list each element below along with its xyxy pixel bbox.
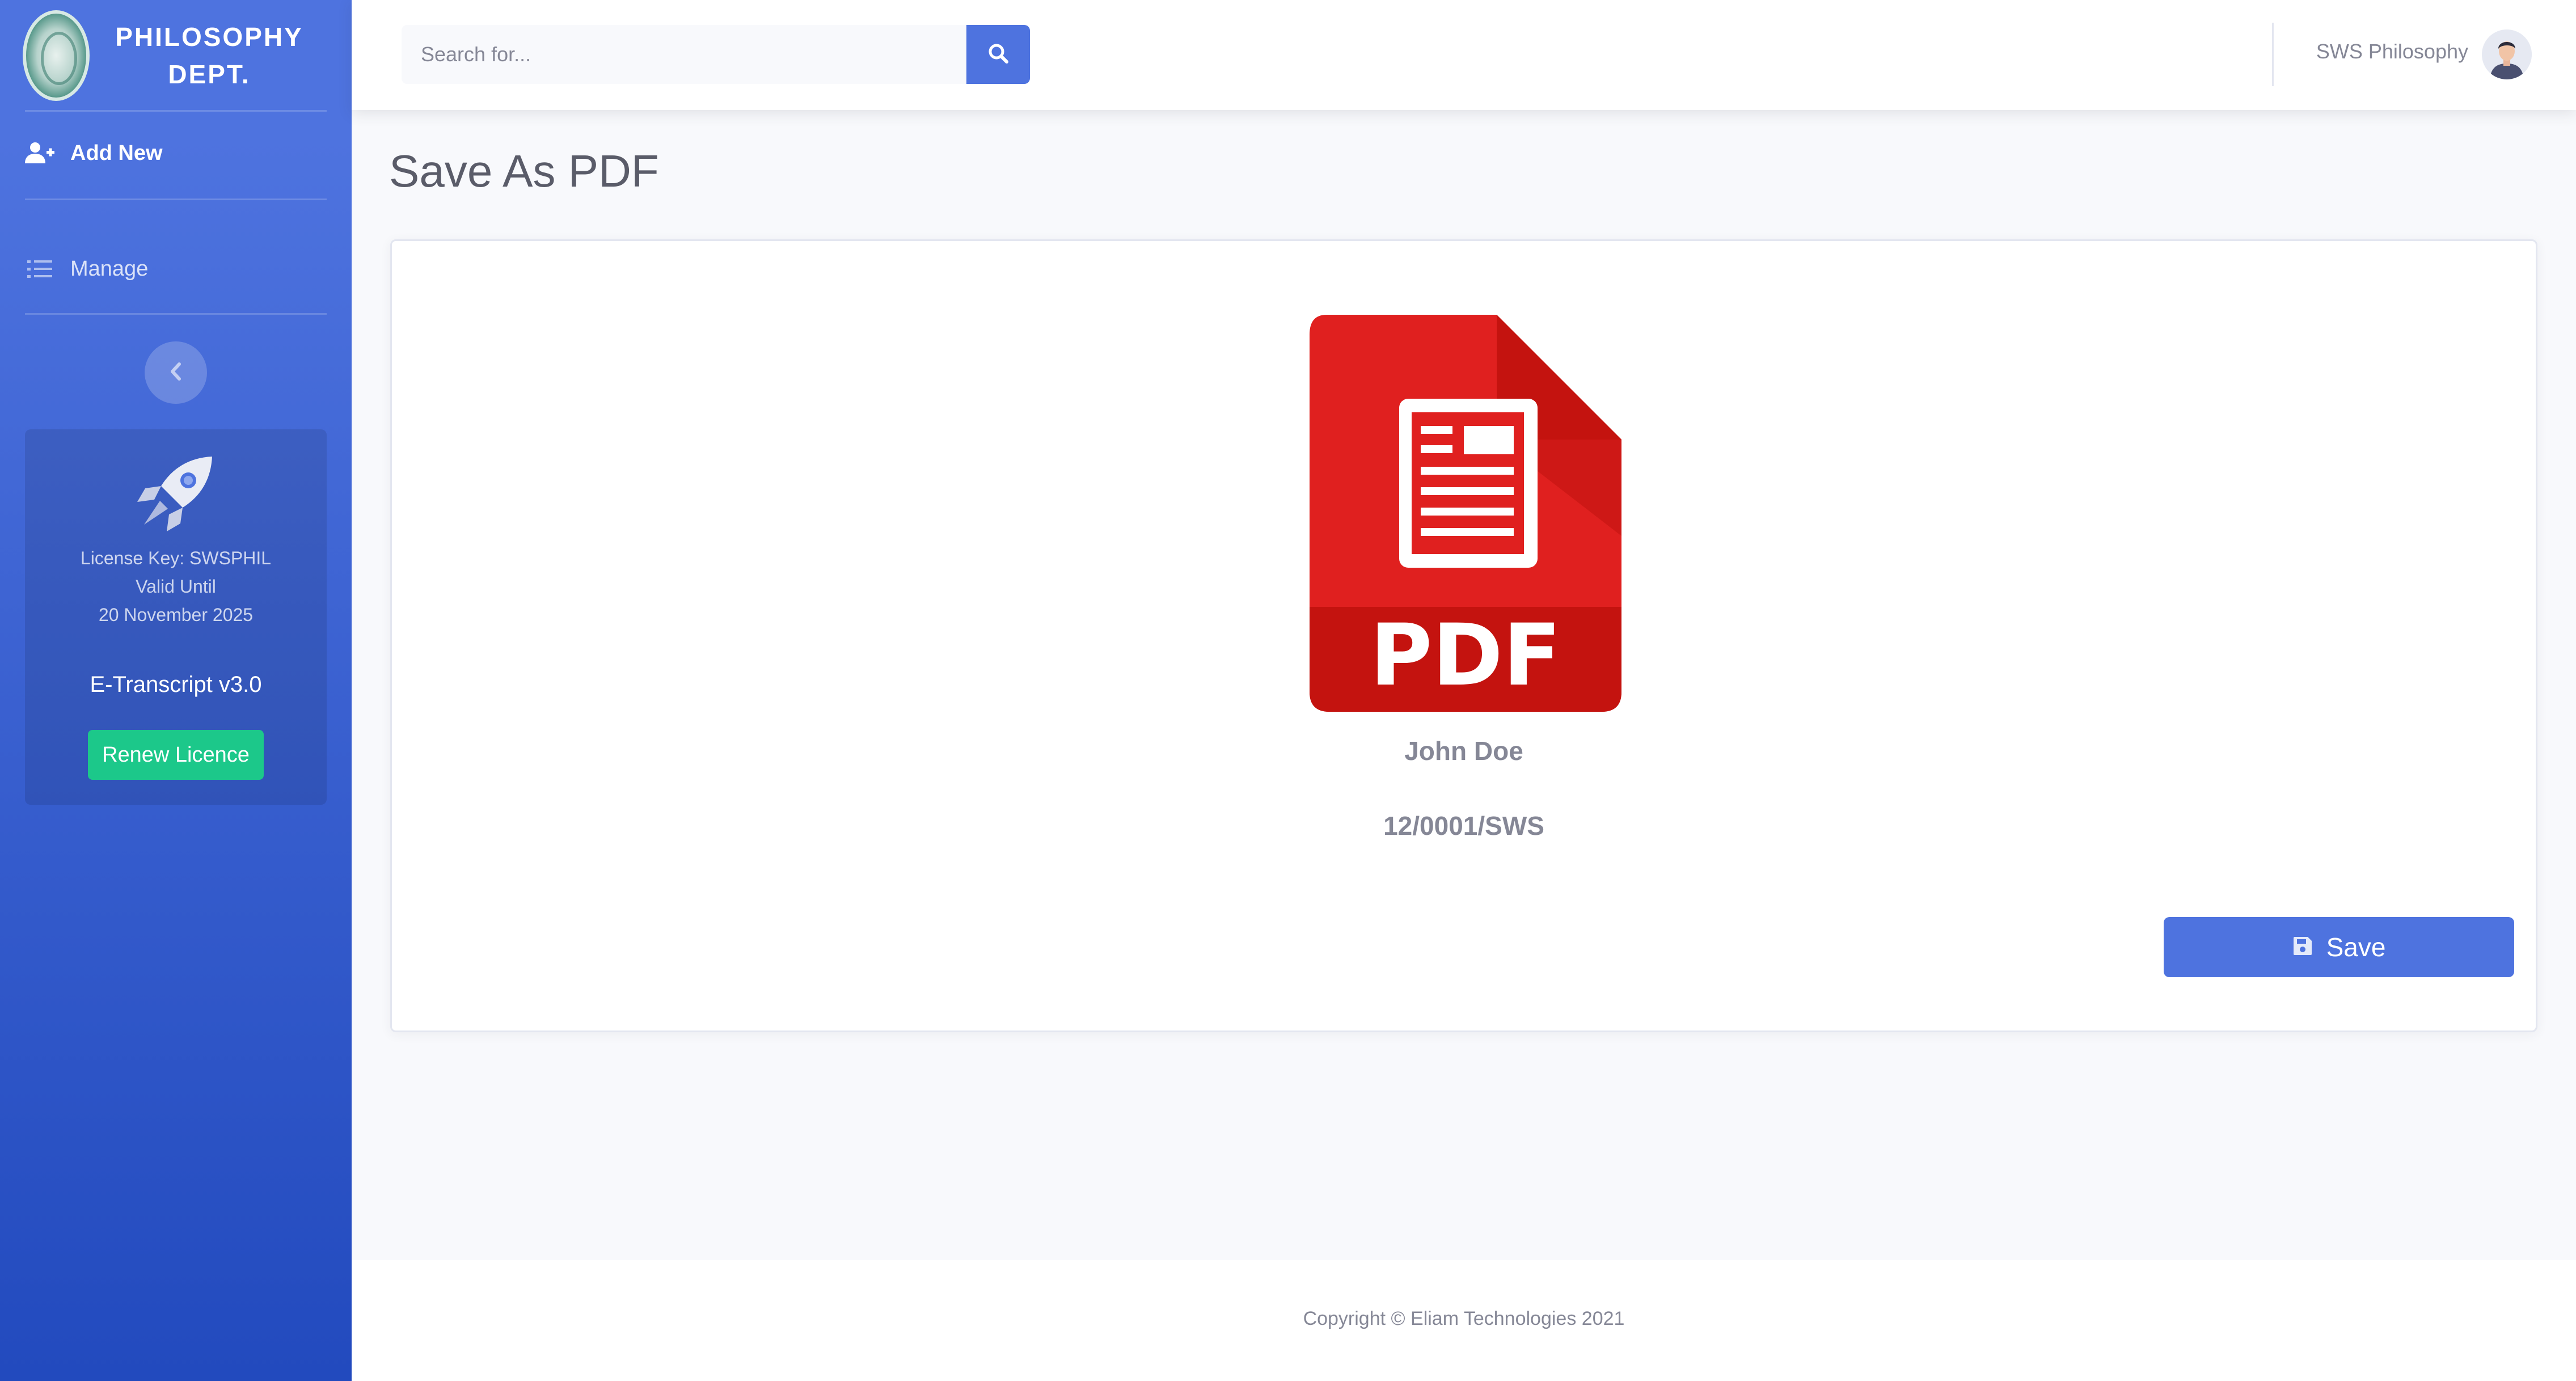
rocket-icon <box>133 451 218 536</box>
valid-until-label: Valid Until <box>136 576 216 597</box>
license-key: License Key: SWSPHIL <box>80 548 272 568</box>
sidebar-divider <box>25 110 327 112</box>
license-card: License Key: SWSPHIL Valid Until 20 Nove… <box>25 429 327 805</box>
student-id: 12/0001/SWS <box>1383 811 1544 841</box>
search-input[interactable] <box>402 25 969 84</box>
sidebar-item-label: Add New <box>70 141 163 165</box>
search-button[interactable] <box>966 25 1030 84</box>
sidebar-divider <box>25 199 327 200</box>
sidebar-item-add-new[interactable]: Add New <box>25 141 163 166</box>
pdf-label: PDF <box>1370 606 1561 705</box>
save-button-label: Save <box>2326 932 2386 962</box>
footer: Copyright © Eliam Technologies 2021 <box>352 1260 2576 1381</box>
search-icon <box>987 42 1010 67</box>
pdf-card: PDF John Doe 12/0001/SWS Save <box>390 239 2537 1032</box>
save-button[interactable]: Save <box>2164 917 2514 977</box>
renew-licence-button[interactable]: Renew Licence <box>88 730 264 780</box>
chevron-left-icon <box>168 362 184 384</box>
department-logo <box>23 10 90 101</box>
user-plus-icon <box>25 141 54 166</box>
student-name: John Doe <box>1404 736 1523 766</box>
list-check-icon <box>25 256 54 281</box>
copyright-text: Copyright © Eliam Technologies 2021 <box>1303 1308 1625 1329</box>
floppy-disk-icon <box>2292 932 2313 962</box>
sidebar-item-label: Manage <box>70 256 149 281</box>
topbar: SWS Philosophy <box>352 0 2576 110</box>
app-version: E-Transcript v3.0 <box>90 672 262 697</box>
brand-title: PHILOSOPHY DEPT. <box>115 22 303 89</box>
topbar-divider <box>2272 23 2274 86</box>
avatar[interactable] <box>2482 29 2532 79</box>
sidebar-toggle-button[interactable] <box>145 341 207 404</box>
sidebar-brand[interactable]: PHILOSOPHY DEPT. <box>23 10 329 101</box>
pdf-file-icon: PDF <box>1310 315 1621 712</box>
sidebar-item-manage[interactable]: Manage <box>25 256 148 281</box>
page-title: Save As PDF <box>389 146 659 196</box>
license-info: License Key: SWSPHIL Valid Until 20 Nove… <box>25 544 327 629</box>
user-name[interactable]: SWS Philosophy <box>2316 40 2468 64</box>
sidebar-divider <box>25 313 327 315</box>
sidebar: PHILOSOPHY DEPT. Add New Manage License … <box>0 0 352 1381</box>
expiry-date: 20 November 2025 <box>98 605 254 625</box>
